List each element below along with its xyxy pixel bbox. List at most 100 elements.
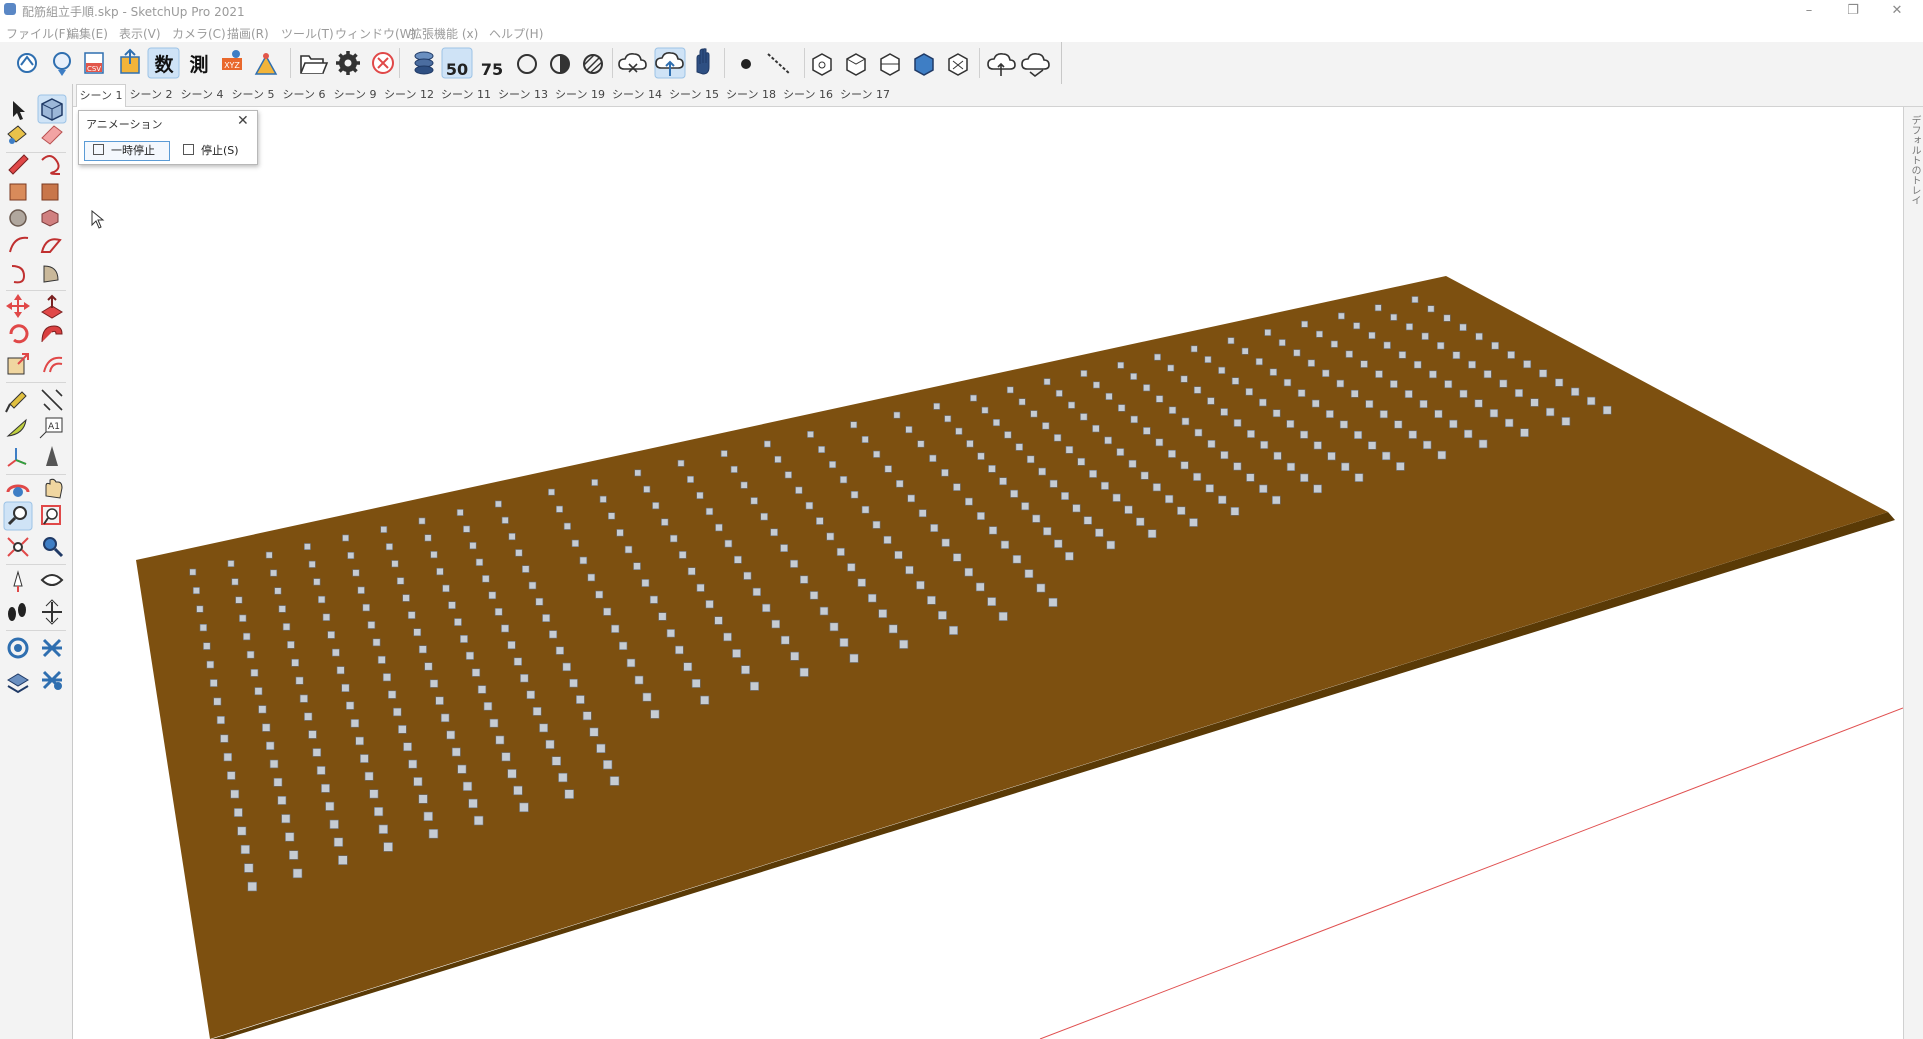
hand-icon[interactable] xyxy=(696,48,710,75)
move-icon[interactable] xyxy=(6,294,30,318)
cloud-sync-icon[interactable] xyxy=(987,53,1016,76)
axes-icon[interactable] xyxy=(7,448,27,467)
component-icon[interactable] xyxy=(41,98,63,121)
number-tag-icon[interactable]: 数 xyxy=(154,53,174,76)
cloud-check-icon[interactable] xyxy=(1021,53,1050,78)
tab-scene-6[interactable]: シーン 6 xyxy=(279,84,329,105)
pie-icon[interactable] xyxy=(43,265,59,283)
tab-scene-12[interactable]: シーン 12 xyxy=(381,84,437,105)
scale-icon[interactable] xyxy=(7,353,29,375)
pause-button[interactable]: 一時停止 xyxy=(84,141,170,161)
menu-tools[interactable]: ツール(T) xyxy=(281,25,334,42)
iso-view-icon[interactable] xyxy=(812,53,832,76)
rotate-icon[interactable] xyxy=(9,324,29,344)
half-circle-icon[interactable] xyxy=(550,54,570,74)
close-window-button[interactable]: ✕ xyxy=(1877,1,1917,21)
tab-scene-13[interactable]: シーン 13 xyxy=(495,84,551,105)
rectangle-icon[interactable] xyxy=(9,183,27,201)
dashed-line-icon[interactable] xyxy=(767,53,791,75)
layout-icon[interactable] xyxy=(7,673,29,694)
menu-extensions[interactable]: 拡張機能 (x) xyxy=(410,25,478,42)
right-view-icon[interactable] xyxy=(914,53,934,76)
default-tray[interactable]: デフォルトのトレイ xyxy=(1903,107,1923,1039)
tab-scene-11[interactable]: シーン 11 xyxy=(438,84,494,105)
hatch-circle-icon[interactable] xyxy=(583,54,603,74)
section-plane-icon[interactable] xyxy=(42,599,62,625)
default-tray-label[interactable]: デフォルトのトレイ xyxy=(1905,115,1922,205)
follow-me-icon[interactable] xyxy=(41,325,63,343)
tab-scene-14[interactable]: シーン 14 xyxy=(609,84,665,105)
freehand-icon[interactable] xyxy=(41,155,61,175)
menu-camera[interactable]: カメラ(C) xyxy=(172,25,226,42)
close-icon[interactable]: ✕ xyxy=(237,113,249,129)
geo-location-icon[interactable] xyxy=(53,52,71,76)
tab-scene-15[interactable]: シーン 15 xyxy=(666,84,722,105)
open-folder-icon[interactable] xyxy=(300,55,329,74)
model-info-icon[interactable] xyxy=(17,53,37,73)
polygon-icon[interactable] xyxy=(41,209,59,227)
previous-view-icon[interactable] xyxy=(43,537,64,558)
menu-window[interactable]: ウィンドウ(W) xyxy=(335,25,416,42)
tab-scene-19[interactable]: シーン 19 xyxy=(552,84,608,105)
export-icon[interactable] xyxy=(120,48,140,74)
rebar-slab-model[interactable] xyxy=(73,107,1903,1039)
push-pull-icon[interactable] xyxy=(41,294,63,319)
menu-view[interactable]: 表示(V) xyxy=(119,25,161,42)
rebar-layer-icon[interactable] xyxy=(414,51,434,75)
tab-scene-18[interactable]: シーン 18 xyxy=(723,84,779,105)
tab-scene-17[interactable]: シーン 17 xyxy=(837,84,893,105)
zoom-extents-icon[interactable] xyxy=(7,537,29,557)
cancel-icon[interactable] xyxy=(372,52,394,74)
model-viewport[interactable] xyxy=(73,107,1903,1039)
select-arrow-icon[interactable] xyxy=(13,101,25,120)
rebar-50-icon[interactable]: 50 xyxy=(446,60,468,79)
dimension-icon[interactable] xyxy=(41,389,63,411)
warehouse-icon[interactable] xyxy=(7,637,29,659)
menu-help[interactable]: ヘルプ(H) xyxy=(489,25,543,42)
survey-icon[interactable] xyxy=(254,53,278,75)
pencil-line-icon[interactable] xyxy=(8,154,29,175)
tab-scene-16[interactable]: シーン 16 xyxy=(780,84,836,105)
cloud-remove-icon[interactable] xyxy=(618,53,647,73)
protractor-icon[interactable] xyxy=(6,418,27,437)
stop-button[interactable]: 停止(S) xyxy=(174,141,254,161)
paint-bucket-icon[interactable] xyxy=(7,125,27,144)
extension-warehouse-icon[interactable] xyxy=(42,638,62,658)
menu-file[interactable]: ファイル(F) xyxy=(6,25,70,42)
3d-text-icon[interactable] xyxy=(46,446,58,466)
zoom-window-icon[interactable] xyxy=(41,505,61,525)
look-around-icon[interactable] xyxy=(40,574,64,586)
arc-icon[interactable] xyxy=(9,236,29,253)
tab-scene-2[interactable]: シーン 2 xyxy=(126,84,176,105)
tab-scene-5[interactable]: シーン 5 xyxy=(228,84,278,105)
dot-icon[interactable] xyxy=(741,59,751,69)
tab-scene-4[interactable]: シーン 4 xyxy=(177,84,227,105)
restore-button[interactable]: ❐ xyxy=(1833,1,1873,21)
minimize-button[interactable]: – xyxy=(1789,1,1829,21)
menu-draw[interactable]: 描画(R) xyxy=(227,25,269,42)
orbit-icon[interactable] xyxy=(6,484,30,497)
offset-icon[interactable] xyxy=(43,356,63,373)
top-view-icon[interactable] xyxy=(846,53,866,76)
front-view-icon[interactable] xyxy=(880,53,900,76)
extension-manager-icon[interactable] xyxy=(42,670,62,690)
walk-icon[interactable] xyxy=(8,603,26,621)
xyz-icon[interactable]: XYZ xyxy=(222,50,242,70)
rebar-75-icon[interactable]: 75 xyxy=(481,60,503,79)
menu-edit[interactable]: 編集(E) xyxy=(67,25,108,42)
tab-scene-9[interactable]: シーン 9 xyxy=(330,84,380,105)
tab-scene-1[interactable]: シーン 1 xyxy=(76,84,126,107)
two-point-arc-icon[interactable] xyxy=(40,238,62,253)
back-view-icon[interactable] xyxy=(948,53,968,76)
three-point-arc-icon[interactable] xyxy=(11,265,26,284)
position-camera-icon[interactable] xyxy=(13,570,23,592)
pan-icon[interactable] xyxy=(45,478,63,499)
circle-icon[interactable] xyxy=(9,209,27,227)
settings-gear-icon[interactable] xyxy=(336,51,360,75)
eraser-icon[interactable] xyxy=(41,125,63,145)
text-icon[interactable]: A1 xyxy=(39,417,63,439)
tape-measure-icon[interactable] xyxy=(5,391,27,413)
circle-outline-icon[interactable] xyxy=(517,54,537,74)
measure-tag-icon[interactable]: 測 xyxy=(189,53,208,76)
rotated-rectangle-icon[interactable] xyxy=(41,183,59,201)
